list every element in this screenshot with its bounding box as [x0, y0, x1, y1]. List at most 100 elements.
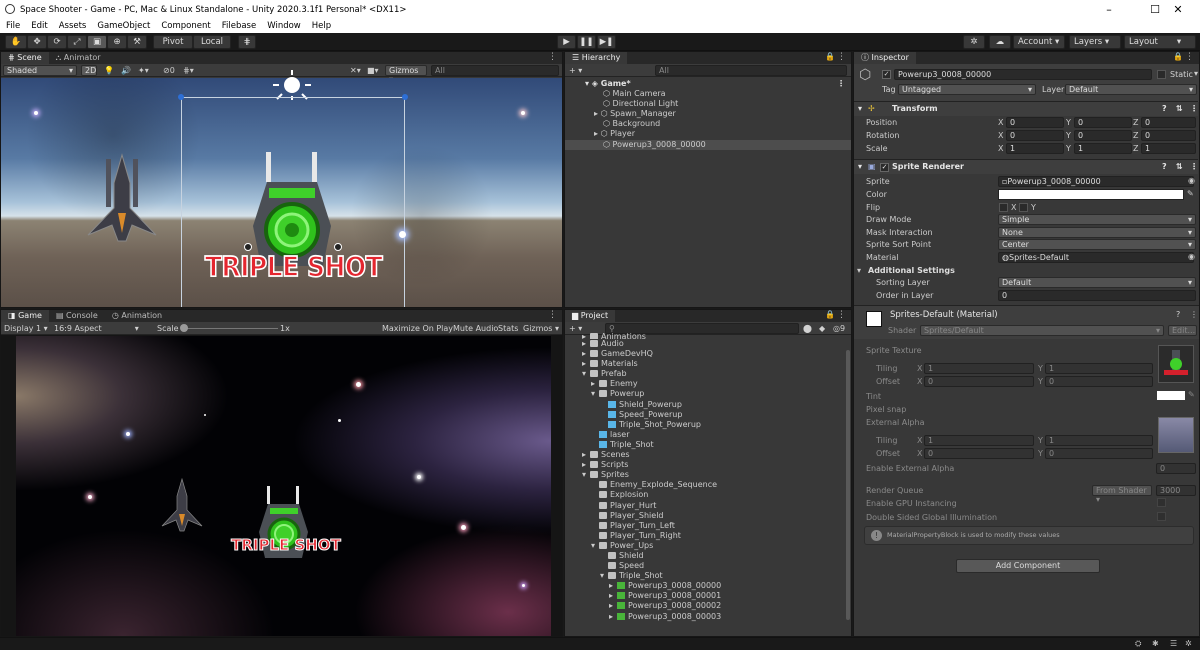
tiling2-x-field[interactable]: 1 — [924, 435, 1034, 446]
hierarchy-item[interactable]: ▸ ⬡ Spawn_Manager — [565, 109, 851, 119]
project-item[interactable]: ▸ Scripts — [565, 460, 845, 470]
project-menu-icon[interactable]: ⋮ — [837, 310, 846, 320]
minimize-button[interactable]: – — [1087, 0, 1131, 19]
project-item[interactable]: ▾ Power_Ups — [565, 541, 845, 551]
offset-x-field[interactable]: 0 — [924, 376, 1034, 387]
hierarchy-item[interactable]: ▸ ⬡ Player — [565, 129, 851, 139]
menu-help[interactable]: Help — [312, 21, 331, 31]
pause-button[interactable]: ❚❚ — [577, 35, 596, 49]
project-item[interactable]: Player_Turn_Left — [565, 521, 845, 531]
collapse-icon[interactable]: ▾ — [857, 266, 861, 275]
help-icon[interactable]: ? — [1162, 162, 1167, 171]
layout-dropdown[interactable]: Layout ▾ — [1124, 35, 1196, 49]
rect-tool-icon[interactable]: ▣ — [87, 35, 107, 49]
expanded-arrow-icon[interactable]: ▾ — [591, 389, 599, 399]
offset-y-field[interactable]: 0 — [1045, 376, 1153, 387]
game-gizmos-dropdown[interactable]: Gizmos ▾ — [523, 324, 559, 333]
sprite-texture-thumbnail[interactable] — [1158, 345, 1194, 383]
create-asset-icon[interactable]: + ▾ — [569, 324, 582, 333]
scene-viewport[interactable]: TRIPLE SHOT — [1, 70, 562, 307]
visibility-icon[interactable]: ⊘0 — [163, 66, 175, 75]
auto-gen-lighting-icon[interactable]: ✲ — [1185, 639, 1192, 648]
rect-handle-icon[interactable] — [402, 94, 408, 100]
collapsed-arrow-icon[interactable]: ▸ — [609, 612, 617, 622]
project-item[interactable]: Speed_Powerup — [565, 410, 845, 420]
project-item[interactable]: Triple_Shot — [565, 440, 845, 450]
collapsed-arrow-icon[interactable]: ▸ — [582, 460, 590, 470]
create-icon[interactable]: + ▾ — [569, 66, 582, 75]
scale-y-field[interactable]: 1 — [1074, 143, 1132, 154]
display-dropdown[interactable]: Display 1 ▾ — [4, 324, 48, 333]
tiling2-y-field[interactable]: 1 — [1045, 435, 1153, 446]
external-alpha-thumbnail[interactable] — [1158, 417, 1194, 453]
position-z-field[interactable]: 0 — [1141, 117, 1196, 128]
tab-hierarchy[interactable]: ☰ Hierarchy — [565, 52, 628, 64]
position-x-field[interactable]: 0 — [1006, 117, 1064, 128]
menu-filebase[interactable]: Filebase — [222, 21, 257, 31]
static-dropdown-icon[interactable]: ▾ — [1194, 69, 1198, 78]
scale-tool-icon[interactable]: ⤢ — [67, 35, 87, 49]
preset-icon[interactable]: ⇅ — [1176, 104, 1183, 113]
component-menu-icon[interactable]: ⋮ — [1190, 162, 1198, 171]
project-item[interactable]: ▸ Powerup3_0008_00003 — [565, 612, 845, 622]
tag-dropdown[interactable]: Untagged ▾ — [898, 84, 1036, 95]
expanded-arrow-icon[interactable]: ▾ — [582, 369, 590, 379]
collab-icon[interactable]: ✲ — [963, 35, 985, 49]
rotation-x-field[interactable]: 0 — [1006, 130, 1064, 141]
inspector-menu-icon[interactable]: ⋮ — [1185, 52, 1194, 62]
sprite-renderer-header[interactable]: ▾ ▣ ✓ Sprite Renderer ? ⇅ ⋮ — [854, 159, 1198, 174]
render-queue-field[interactable]: 3000 — [1156, 485, 1196, 496]
mode-2d-toggle[interactable]: 2D — [81, 64, 97, 76]
project-item[interactable]: ▸ Powerup3_0008_00000 — [565, 581, 845, 591]
color-swatch[interactable] — [998, 189, 1184, 200]
tint-swatch[interactable] — [1157, 391, 1185, 400]
project-item[interactable]: ▸ Audio — [565, 339, 845, 349]
rotation-z-field[interactable]: 0 — [1141, 130, 1196, 141]
mask-interaction-dropdown[interactable]: None ▾ — [998, 227, 1196, 238]
draw-mode-dropdown[interactable]: Simple ▾ — [998, 214, 1196, 225]
rect-handle-icon[interactable] — [178, 94, 184, 100]
scale-slider[interactable] — [182, 328, 278, 329]
menu-edit[interactable]: Edit — [31, 21, 47, 31]
double-sided-gi-checkbox[interactable] — [1157, 512, 1166, 521]
hierarchy-item[interactable]: ⬡ Directional Light — [565, 99, 851, 109]
maximize-on-play-button[interactable]: Maximize On Play — [382, 324, 453, 333]
project-item[interactable]: Speed — [565, 561, 845, 571]
project-item[interactable]: ▸ Enemy — [565, 379, 845, 389]
tab-game[interactable]: ◨ Game — [1, 310, 49, 322]
menu-component[interactable]: Component — [161, 21, 210, 31]
label-icon[interactable]: ◆ — [819, 324, 825, 333]
scale-z-field[interactable]: 1 — [1141, 143, 1196, 154]
collapsed-arrow-icon[interactable]: ▸ — [609, 581, 617, 591]
help-icon[interactable]: ? — [1176, 310, 1180, 319]
game-viewport[interactable]: TRIPLE SHOT — [16, 336, 551, 636]
collapsed-arrow-icon[interactable]: ▸ — [609, 591, 617, 601]
move-tool-icon[interactable]: ✥ — [27, 35, 47, 49]
offset2-y-field[interactable]: 0 — [1045, 448, 1153, 459]
gizmos-dropdown[interactable]: Gizmos ▾ — [385, 64, 427, 84]
transform-tool-icon[interactable]: ⊕ — [107, 35, 127, 49]
sprite-renderer-enabled-checkbox[interactable]: ✓ — [880, 163, 889, 172]
tab-console[interactable]: ▤ Console — [48, 310, 105, 322]
tab-scene[interactable]: ⋕ Scene — [1, 52, 49, 64]
game-menu-icon[interactable]: ⋮ — [548, 310, 557, 320]
scene-search-input[interactable]: All — [431, 65, 559, 76]
hierarchy-item[interactable]: ⬡ Main Camera — [565, 89, 851, 99]
tab-project[interactable]: ▆ Project — [565, 310, 616, 322]
tiling-x-field[interactable]: 1 — [924, 363, 1034, 374]
layer-dropdown[interactable]: Default ▾ — [1065, 84, 1197, 95]
collapsed-arrow-icon[interactable]: ▸ — [609, 601, 617, 611]
rotate-tool-icon[interactable]: ⟳ — [47, 35, 67, 49]
object-name-field[interactable]: Powerup3_0008_00000 — [894, 69, 1152, 80]
hierarchy-item-selected[interactable]: ⬡ Powerup3_0008_00000 — [565, 139, 851, 150]
lock-icon[interactable]: 🔒 — [825, 310, 835, 319]
sprite-field[interactable]: ▫Powerup3_0008_00000 — [998, 176, 1194, 187]
scene-root-item[interactable]: ▾ ◈ Game* ⋮ — [565, 79, 851, 89]
local-button[interactable]: Local — [193, 35, 231, 49]
hierarchy-item[interactable]: ⬡ Background — [565, 119, 851, 129]
gpu-instancing-checkbox[interactable] — [1157, 498, 1166, 507]
account-dropdown[interactable]: Account ▾ — [1013, 35, 1065, 49]
project-item[interactable]: Explosion — [565, 490, 845, 500]
tab-inspector[interactable]: ⓘ Inspector — [854, 52, 916, 64]
scale-x-field[interactable]: 1 — [1006, 143, 1064, 154]
